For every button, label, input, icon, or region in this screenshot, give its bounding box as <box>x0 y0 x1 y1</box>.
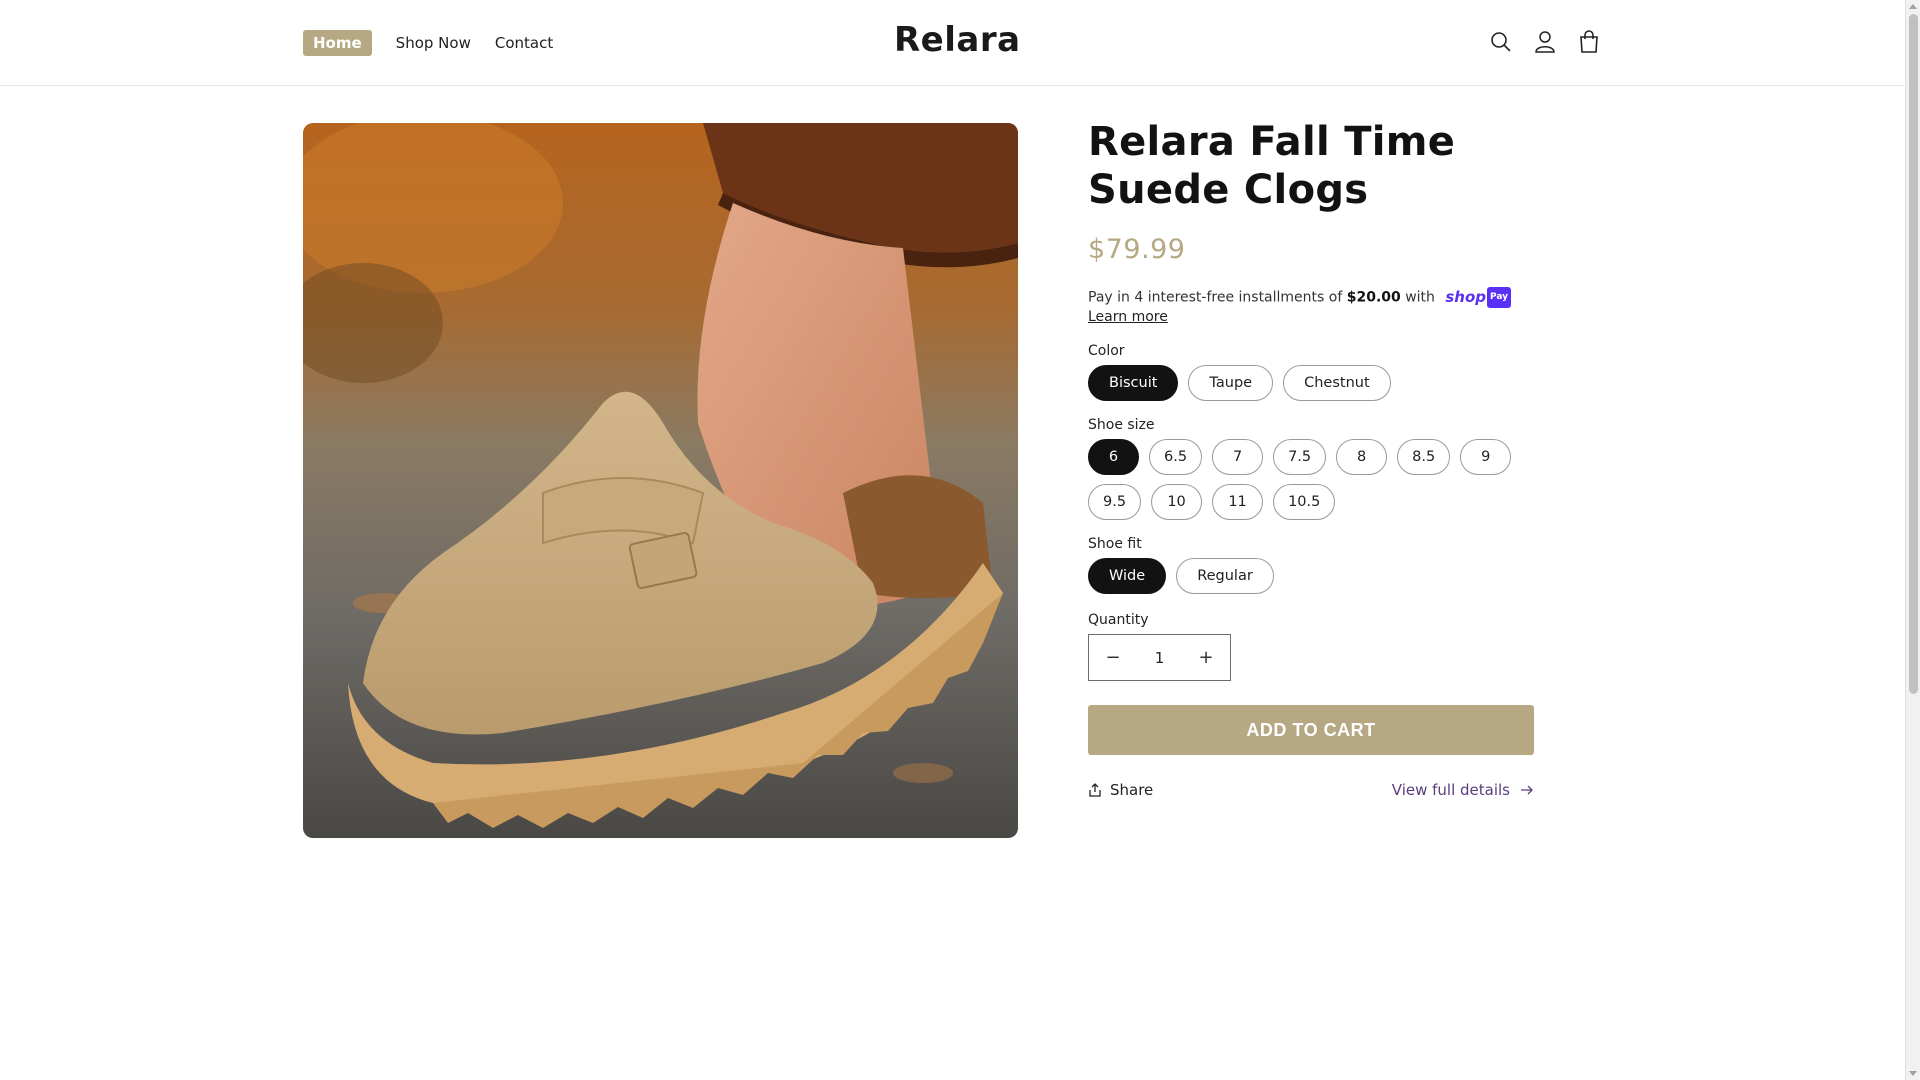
add-to-cart-button[interactable]: ADD TO CART <box>1088 705 1534 755</box>
size-option-8-5[interactable]: 8.5 <box>1397 439 1451 475</box>
cart-icon[interactable] <box>1578 28 1600 56</box>
fit-options: Wide Regular <box>1088 558 1534 594</box>
color-options: Biscuit Taupe Chestnut <box>1088 365 1534 401</box>
page-scrollbar[interactable] <box>1905 0 1920 1080</box>
share-button[interactable]: Share <box>1088 781 1153 799</box>
product-actions: Share View full details <box>1088 781 1534 799</box>
installments-prefix: Pay in 4 interest-free installments of <box>1088 289 1347 306</box>
learn-more-link[interactable]: Learn more <box>1088 309 1168 325</box>
shop-pay-logo: shop Pay <box>1445 287 1512 308</box>
main-nav: Home Shop Now Contact <box>303 30 577 56</box>
nav-shop-now[interactable]: Shop Now <box>396 30 471 56</box>
size-option-7-5[interactable]: 7.5 <box>1273 439 1327 475</box>
site-header: Home Shop Now Contact Relara <box>0 0 1905 86</box>
scroll-down-icon[interactable] <box>1909 1071 1917 1076</box>
nav-contact[interactable]: Contact <box>495 30 553 56</box>
size-option-8[interactable]: 8 <box>1336 439 1388 475</box>
size-option-7[interactable]: 7 <box>1212 439 1264 475</box>
size-option-6-5[interactable]: 6.5 <box>1149 439 1203 475</box>
size-option-9-5[interactable]: 9.5 <box>1088 484 1142 520</box>
shop-pay-brand: shop <box>1445 288 1487 306</box>
shop-pay-badge: Pay <box>1487 287 1512 308</box>
view-full-details-label: View full details <box>1391 781 1510 799</box>
account-icon[interactable] <box>1534 28 1556 56</box>
product-image[interactable] <box>303 123 1018 838</box>
color-label: Color <box>1088 343 1125 359</box>
quantity-stepper: − 1 + <box>1088 634 1231 681</box>
product-title: Relara Fall Time Suede Clogs <box>1088 119 1456 213</box>
color-option-chestnut[interactable]: Chestnut <box>1283 365 1391 401</box>
size-option-10-5[interactable]: 10.5 <box>1273 484 1336 520</box>
color-option-taupe[interactable]: Taupe <box>1188 365 1274 401</box>
scrollbar-thumb[interactable] <box>1909 14 1918 694</box>
quantity-label: Quantity <box>1088 612 1149 628</box>
fit-label: Shoe fit <box>1088 536 1142 552</box>
quantity-decrease-button[interactable]: − <box>1103 647 1123 668</box>
arrow-right-icon <box>1521 785 1533 795</box>
installments-suffix: with <box>1400 289 1435 306</box>
view-full-details-link[interactable]: View full details <box>1392 781 1534 799</box>
quantity-increase-button[interactable]: + <box>1196 647 1216 668</box>
search-icon[interactable] <box>1490 28 1512 56</box>
size-option-10[interactable]: 10 <box>1151 484 1203 520</box>
size-option-9[interactable]: 9 <box>1460 439 1512 475</box>
fit-option-wide[interactable]: Wide <box>1088 558 1167 594</box>
share-label: Share <box>1110 781 1154 799</box>
quantity-input[interactable]: 1 <box>1155 649 1165 667</box>
installments-text: Pay in 4 interest-free installments of $… <box>1088 287 1534 327</box>
share-icon <box>1089 783 1101 797</box>
header-icons <box>1490 28 1600 56</box>
product-price: $79.99 <box>1088 234 1186 265</box>
size-option-6[interactable]: 6 <box>1088 439 1139 475</box>
fit-option-regular[interactable]: Regular <box>1176 558 1274 594</box>
installments-amount: $20.00 <box>1346 289 1401 306</box>
site-logo[interactable]: Relara <box>894 20 1021 60</box>
size-label: Shoe size <box>1088 417 1155 433</box>
nav-home[interactable]: Home <box>303 30 372 56</box>
scroll-up-icon[interactable] <box>1909 4 1917 9</box>
size-options: 6 6.5 7 7.5 8 8.5 9 9.5 10 11 10.5 <box>1088 439 1534 520</box>
product-info: Relara Fall Time Suede Clogs $79.99 Pay … <box>1088 118 1534 799</box>
size-option-11[interactable]: 11 <box>1212 484 1264 520</box>
color-option-biscuit[interactable]: Biscuit <box>1088 365 1179 401</box>
